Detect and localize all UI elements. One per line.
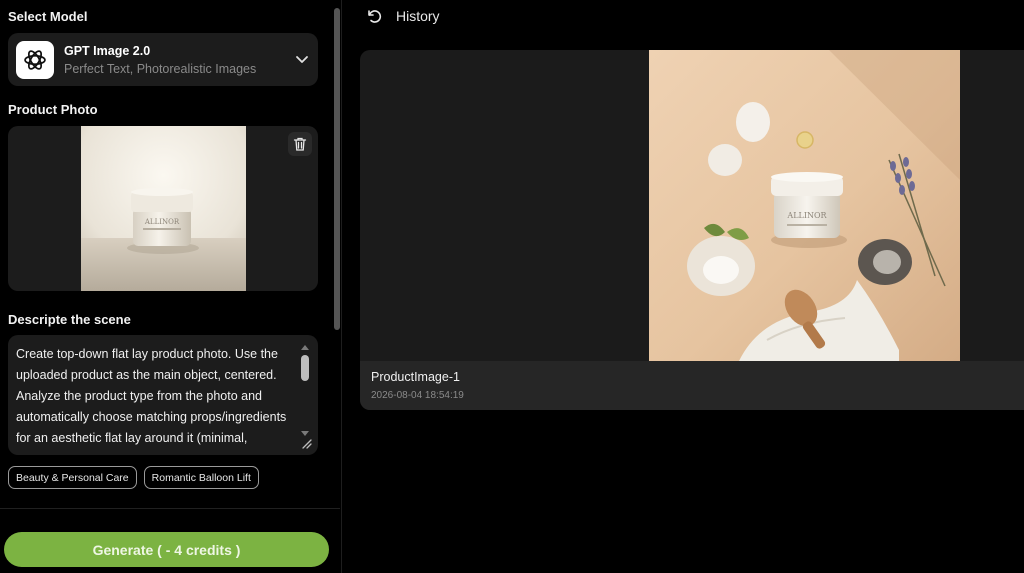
scroll-down-arrow-icon[interactable]: [301, 431, 309, 436]
scene-description-text[interactable]: Create top-down flat lay product photo. …: [16, 344, 296, 449]
jar-brand-text: ALLINOR: [786, 211, 827, 220]
model-name: GPT Image 2.0: [64, 44, 151, 58]
trash-icon: [293, 137, 307, 151]
chip-romantic-balloon-lift[interactable]: Romantic Balloon Lift: [143, 466, 259, 489]
history-item-date: 2026-08-04 18:54:19: [371, 390, 464, 401]
generate-button[interactable]: Generate ( - 4 credits ): [4, 532, 329, 567]
divider: [0, 508, 340, 509]
chip-beauty-personal-care[interactable]: Beauty & Personal Care: [8, 466, 137, 489]
left-panel-scroll-thumb[interactable]: [334, 8, 340, 330]
left-panel-scrollbar[interactable]: [334, 8, 340, 492]
scroll-up-arrow-icon[interactable]: [301, 345, 309, 350]
jar-brand-text: ALLINOR: [144, 218, 180, 226]
generated-image[interactable]: ALLINOR: [649, 50, 960, 361]
chevron-down-icon[interactable]: [294, 51, 310, 67]
history-item-footer: ProductImage-1 2026-08-04 18:54:19: [360, 361, 1024, 410]
history-item-card[interactable]: ALLINOR ProductImage-1 2026-08-04 18:54:…: [360, 50, 1024, 410]
resize-handle-icon[interactable]: [301, 438, 312, 449]
product-photo-container: ALLINOR: [8, 126, 318, 291]
model-description: Perfect Text, Photorealistic Images: [64, 62, 257, 76]
style-chips: Beauty & Personal Care Romantic Balloon …: [8, 466, 259, 489]
scroll-thumb[interactable]: [301, 355, 309, 381]
back-arrow-icon[interactable]: [366, 8, 382, 24]
describe-scene-label: Descripte the scene: [8, 312, 131, 327]
scene-description-textarea[interactable]: Create top-down flat lay product photo. …: [8, 335, 318, 455]
product-photo-image: ALLINOR: [81, 126, 246, 291]
model-selector[interactable]: GPT Image 2.0 Perfect Text, Photorealist…: [8, 33, 318, 86]
select-model-label: Select Model: [8, 9, 88, 24]
delete-photo-button[interactable]: [288, 132, 312, 156]
history-header: History: [366, 6, 440, 26]
history-title: History: [396, 8, 440, 24]
product-photo-label: Product Photo: [8, 102, 98, 117]
openai-logo-icon: [16, 41, 54, 79]
left-panel: Select Model GPT Image 2.0 Perfect Text,…: [0, 0, 342, 573]
history-item-name: ProductImage-1: [371, 370, 460, 384]
textarea-scrollbar[interactable]: [300, 345, 310, 445]
